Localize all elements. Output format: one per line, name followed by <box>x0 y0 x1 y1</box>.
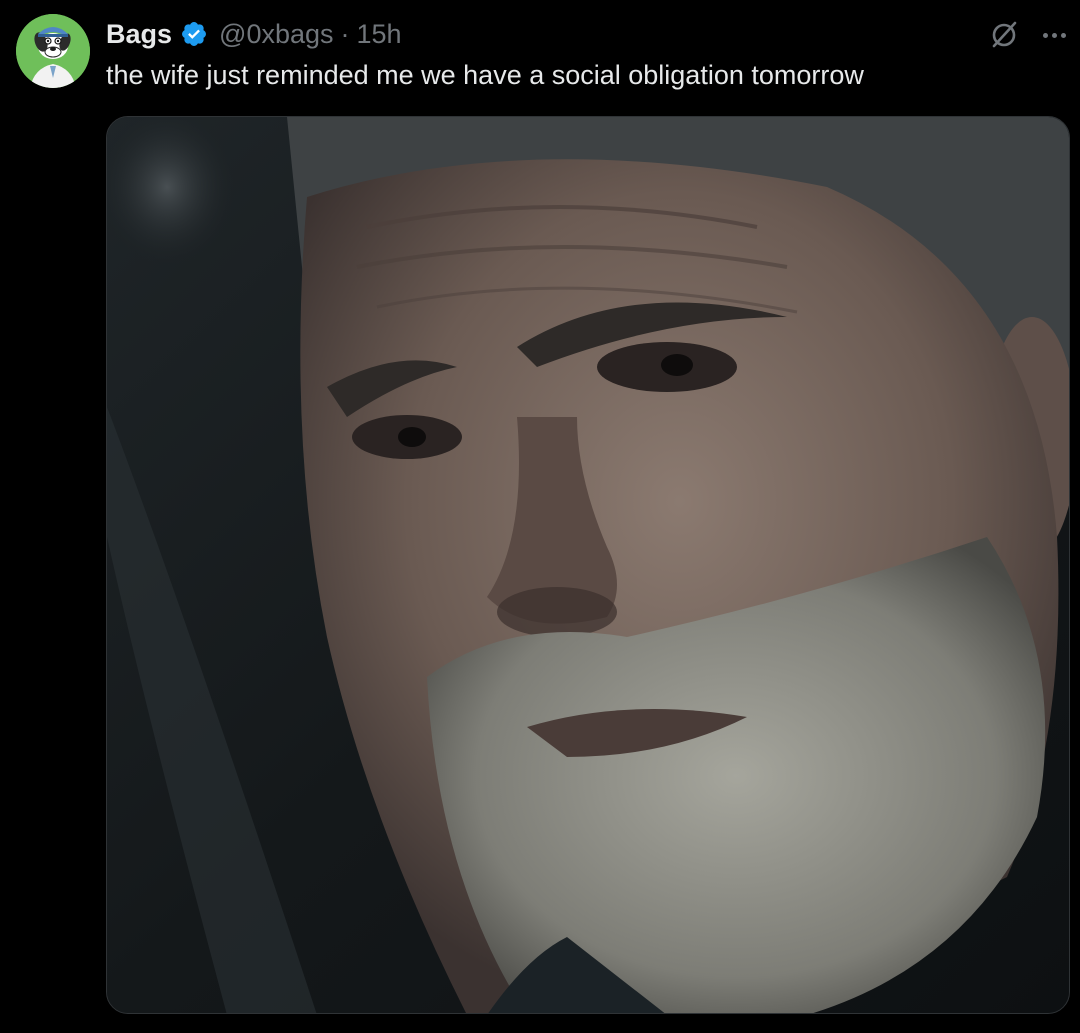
cartoon-dog-avatar-icon <box>16 14 90 88</box>
tweet-text: the wife just reminded me we have a soci… <box>106 60 864 90</box>
tweet: Bags @0xbags · 15h the wife just reminde… <box>0 0 1080 1033</box>
grok-icon <box>992 21 1017 48</box>
separator-dot: · <box>340 19 350 49</box>
timestamp[interactable]: 15h <box>357 14 402 54</box>
avatar[interactable] <box>16 14 90 88</box>
grok-button[interactable] <box>986 17 1022 53</box>
tweet-header: Bags @0xbags · 15h <box>106 14 402 54</box>
display-name[interactable]: Bags <box>106 14 172 54</box>
user-handle[interactable]: @0xbags <box>219 14 333 54</box>
verified-badge-icon <box>180 20 208 48</box>
sad-bearded-man-photo-icon <box>107 117 1069 1013</box>
more-options-dot <box>1051 32 1057 38</box>
tweet-photo[interactable] <box>106 116 1070 1014</box>
more-options-button[interactable] <box>1036 17 1072 53</box>
more-options-dot <box>1060 32 1066 38</box>
more-options-icon <box>1042 32 1048 38</box>
